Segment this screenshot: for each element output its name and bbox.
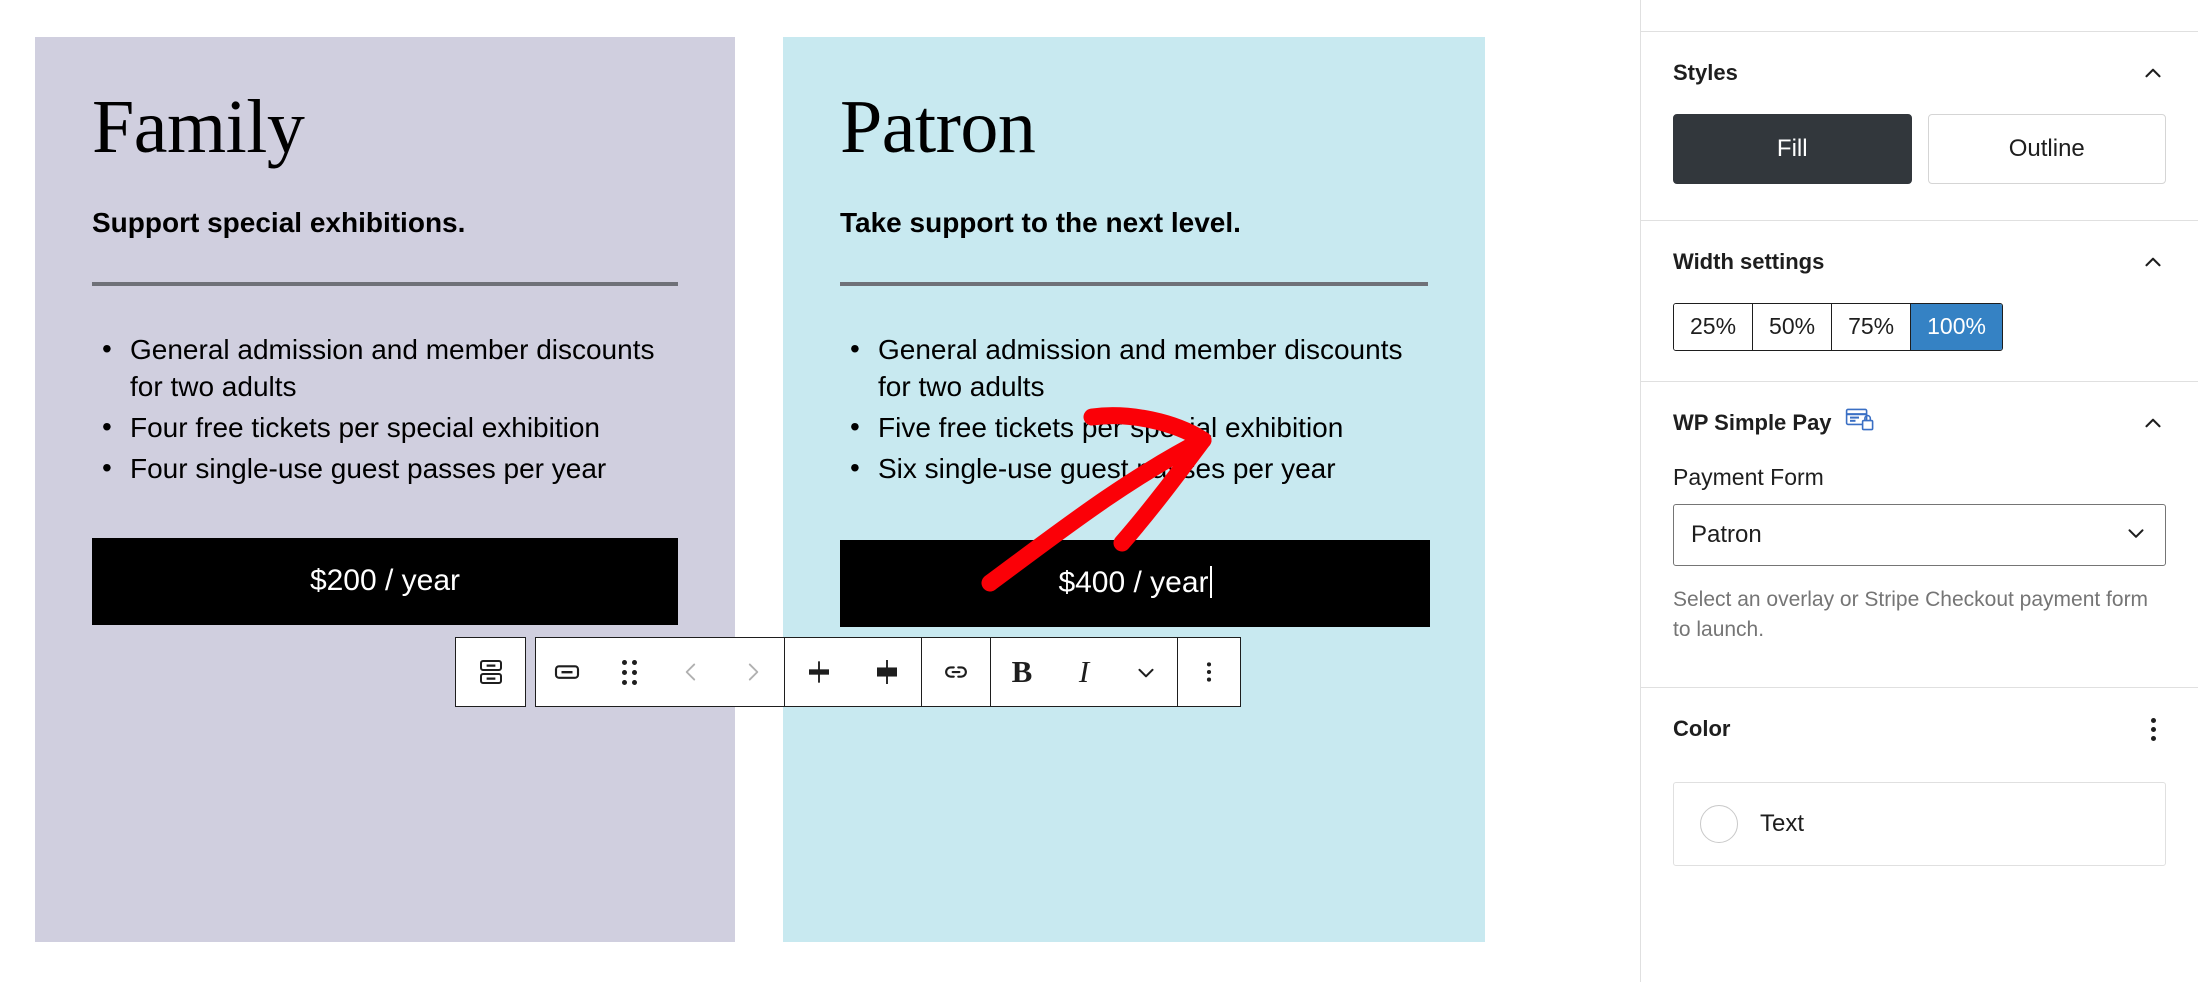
- payment-form-help-text: Select an overlay or Stripe Checkout pay…: [1673, 588, 2149, 642]
- panel-title-wrap: WP Simple Pay: [1673, 407, 1875, 439]
- list-item: General admission and member discounts f…: [840, 331, 1428, 406]
- pricing-card-family[interactable]: Family Support special exhibitions. Gene…: [35, 37, 735, 942]
- card-title: Patron: [840, 85, 1036, 169]
- chevron-up-icon[interactable]: [2140, 60, 2166, 86]
- panel-styles-header[interactable]: Styles: [1673, 32, 2166, 114]
- price-button-patron[interactable]: $400 / year: [840, 540, 1430, 627]
- color-swatch: [1700, 805, 1738, 844]
- list-item: Four single-use guest passes per year: [92, 450, 678, 488]
- list-item: General admission and member discounts f…: [92, 331, 678, 406]
- panel-color: Color Text: [1641, 688, 2198, 867]
- wp-simple-pay-card-lock-icon: [1845, 407, 1875, 439]
- panel-title: Color: [1673, 716, 1731, 742]
- pricing-card-patron[interactable]: Patron Take support to the next level. G…: [783, 37, 1485, 942]
- select-parent-block-toolbar[interactable]: [455, 637, 526, 707]
- chevron-up-icon[interactable]: [2140, 410, 2166, 436]
- panel-color-header: Color: [1673, 688, 2166, 770]
- drag-dots: [621, 659, 637, 685]
- style-option-fill[interactable]: Fill: [1673, 114, 1912, 184]
- panel-wp-simple-pay: WP Simple Pay Payment Form Patron Select…: [1641, 382, 2198, 689]
- button-block-icon[interactable]: [536, 638, 598, 706]
- toolbar-group-link: [922, 638, 991, 706]
- panel-title: Styles: [1673, 60, 1738, 85]
- color-option-label: Text: [1760, 810, 1805, 838]
- style-option-outline[interactable]: Outline: [1927, 114, 2166, 184]
- payment-form-select-wrap: Patron: [1673, 504, 2166, 567]
- align-text-center-icon[interactable]: [785, 638, 853, 706]
- color-option-list: Text: [1673, 782, 2166, 867]
- kebab-menu-icon[interactable]: [2141, 710, 2166, 749]
- card-subtitle: Take support to the next level.: [840, 207, 1241, 238]
- toolbar-group-align: [785, 638, 922, 706]
- chevron-up-icon[interactable]: [2140, 249, 2166, 275]
- bold-icon[interactable]: B: [991, 638, 1053, 706]
- link-icon[interactable]: [922, 638, 990, 706]
- card-feature-list: General admission and member discounts f…: [840, 331, 1428, 488]
- list-item: Five free tickets per special exhibition: [840, 409, 1428, 447]
- panel-width-settings: Width settings 25% 50% 75% 100%: [1641, 221, 2198, 383]
- panel-title: WP Simple Pay: [1673, 410, 1832, 436]
- align-block-icon[interactable]: [853, 638, 921, 706]
- more-options-icon[interactable]: [1178, 638, 1240, 706]
- card-separator: [840, 282, 1428, 287]
- payment-form-label: Payment Form: [1673, 464, 1824, 491]
- toolbar-group-block: [536, 638, 785, 706]
- toolbar-group-more: [1178, 638, 1240, 706]
- chevron-left-icon: [660, 638, 722, 706]
- panel-styles: Styles Fill Outline: [1641, 32, 2198, 221]
- card-title: Family: [92, 85, 305, 169]
- chevron-right-icon: [722, 638, 784, 706]
- chevron-down-icon[interactable]: [1115, 638, 1177, 706]
- width-option-75[interactable]: 75%: [1832, 304, 1912, 351]
- text-cursor: [1209, 566, 1212, 598]
- width-option-25[interactable]: 25%: [1674, 304, 1754, 351]
- sidebar-top-divider: [1641, 0, 2198, 32]
- price-button-family[interactable]: $200 / year: [92, 538, 678, 625]
- toolbar-group-formatting: B I: [991, 638, 1178, 706]
- italic-icon[interactable]: I: [1053, 638, 1115, 706]
- card-separator: [92, 282, 678, 287]
- panel-wp-simple-pay-header[interactable]: WP Simple Pay: [1673, 382, 2166, 464]
- list-item: Six single-use guest passes per year: [840, 450, 1428, 488]
- drag-handle-icon[interactable]: [598, 638, 660, 706]
- style-variation-group: Fill Outline: [1673, 114, 2166, 220]
- block-settings-sidebar: Styles Fill Outline Width settings 25% 5…: [1640, 0, 2198, 982]
- panel-title: Width settings: [1673, 249, 1825, 274]
- card-feature-list: General admission and member discounts f…: [92, 331, 678, 488]
- select-parent-block-icon[interactable]: [460, 638, 522, 706]
- payment-form-select[interactable]: Patron: [1673, 504, 2166, 567]
- width-option-50[interactable]: 50%: [1753, 304, 1833, 351]
- panel-width-settings-header[interactable]: Width settings: [1673, 221, 2166, 303]
- screen-root: Family Support special exhibitions. Gene…: [0, 0, 2198, 982]
- color-option-text[interactable]: Text: [1674, 783, 2165, 865]
- block-editor-canvas: Family Support special exhibitions. Gene…: [0, 0, 1640, 982]
- block-toolbar[interactable]: B I: [535, 637, 1241, 707]
- width-option-100[interactable]: 100%: [1911, 304, 2002, 351]
- width-option-group: 25% 50% 75% 100%: [1673, 303, 2003, 352]
- card-subtitle: Support special exhibitions.: [92, 207, 466, 238]
- list-item: Four free tickets per special exhibition: [92, 409, 678, 447]
- price-button-label: $400 / year: [1058, 566, 1209, 599]
